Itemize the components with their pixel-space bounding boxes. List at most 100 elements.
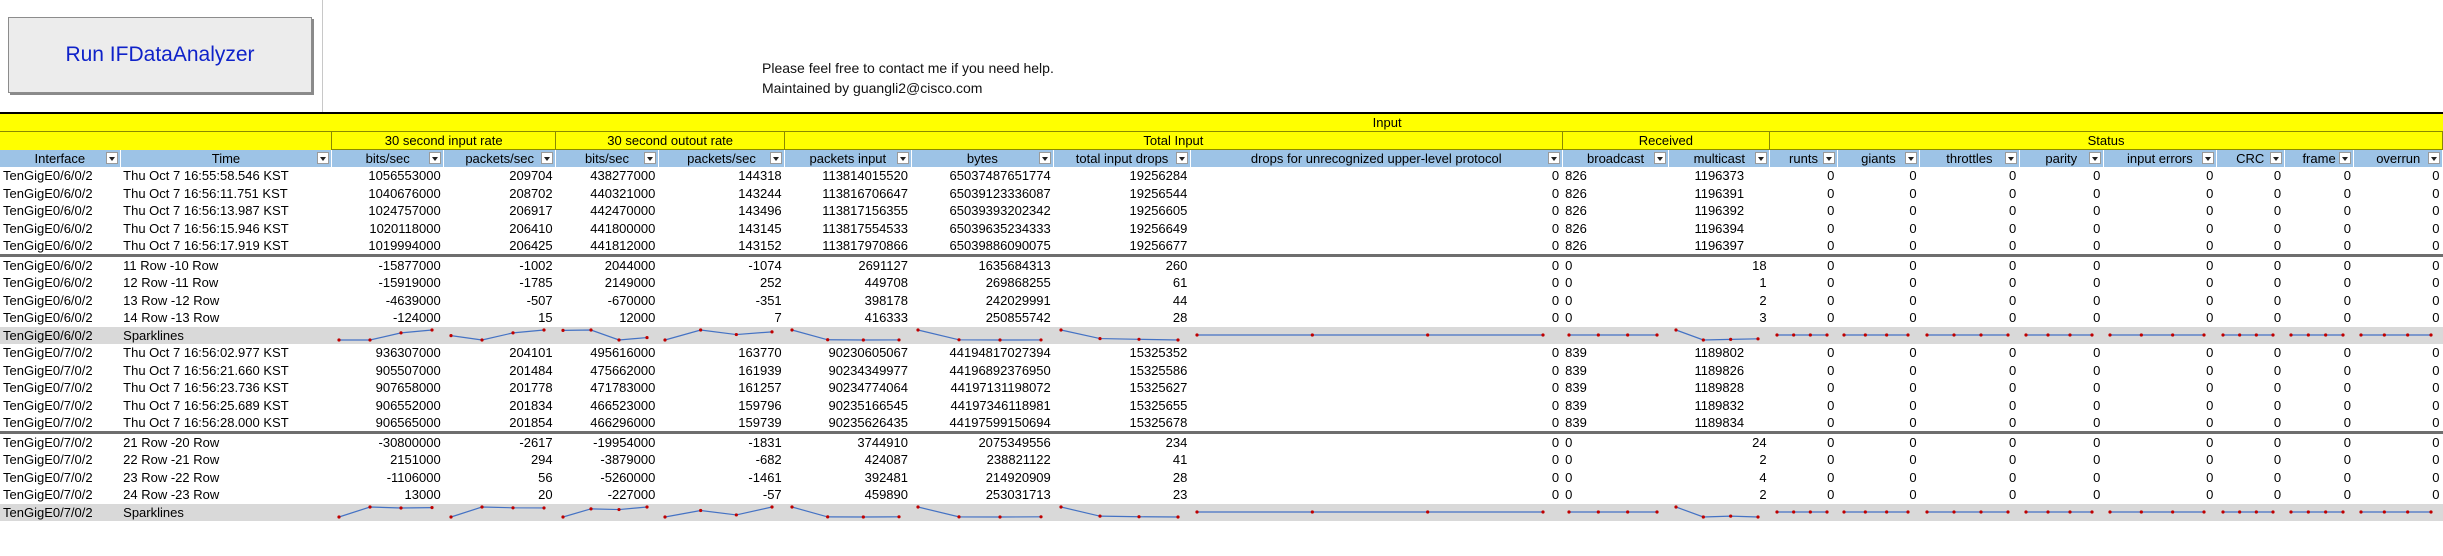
cell-crc-17[interactable]: 0	[2216, 414, 2285, 433]
cell-total-input-drops-8[interactable]: 19256544	[1053, 184, 1191, 202]
cell-giants-13[interactable]: 0	[1837, 361, 1920, 379]
cell-packets-input-6[interactable]: 90235166545	[784, 396, 911, 414]
cell-packets-sec-5[interactable]: 143244	[658, 184, 785, 202]
cell-frame-18[interactable]: 0	[2284, 291, 2354, 309]
cell-packets-sec-3[interactable]: 206410	[443, 219, 556, 237]
cell-packets-sec-3[interactable]: 56	[443, 468, 556, 486]
cell-bits-sec-2[interactable]: 1019994000	[331, 237, 444, 256]
cell-runts-12[interactable]: 0	[1769, 274, 1838, 292]
cell-bits-sec-4[interactable]: 438277000	[555, 167, 659, 185]
filter-dropdown-icon[interactable]	[105, 151, 118, 164]
cell-total-input-drops-8[interactable]: 15325678	[1053, 414, 1191, 433]
cell-bits-sec-4[interactable]: 475662000	[555, 361, 659, 379]
cell-drops-for-unrecognized-upper-level-protocol-9[interactable]: 0	[1190, 202, 1563, 220]
cell-bytes-7[interactable]: 44197131198072	[911, 379, 1054, 397]
cell-broadcast-10[interactable]: 826	[1562, 167, 1669, 185]
cell-bits-sec-2[interactable]: -4639000	[331, 291, 444, 309]
cell-parity-15[interactable]: 0	[2019, 167, 2104, 185]
cell-drops-for-unrecognized-upper-level-protocol-9[interactable]: 0	[1190, 379, 1563, 397]
cell-multicast-11[interactable]: 1196397	[1668, 237, 1770, 256]
cell-frame-18[interactable]: 0	[2284, 486, 2354, 504]
cell-frame-18[interactable]: 0	[2284, 379, 2354, 397]
cell-runts-12[interactable]: 0	[1769, 202, 1838, 220]
cell-throttles-14[interactable]: 0	[1919, 219, 2020, 237]
cell-parity-15[interactable]: 0	[2019, 486, 2104, 504]
filter-dropdown-icon[interactable]	[2269, 152, 2282, 164]
cell-frame-18[interactable]: 0	[2284, 274, 2354, 292]
cell-bits-sec-4[interactable]: 442470000	[555, 202, 659, 220]
cell-packets-sec-5[interactable]: 252	[658, 274, 785, 292]
cell-overrun-19[interactable]: 0	[2353, 237, 2443, 256]
cell-drops-for-unrecognized-upper-level-protocol-9[interactable]: 0	[1190, 451, 1563, 469]
cell-time-1[interactable]: 21 Row -20 Row	[120, 431, 332, 451]
cell-interface-0[interactable]: TenGigE0/7/0/2	[0, 486, 121, 504]
cell-giants-13[interactable]: 0	[1837, 202, 1920, 220]
cell-throttles-14[interactable]: 0	[1919, 202, 2020, 220]
cell-packets-sec-3[interactable]: 201854	[443, 414, 556, 433]
cell-throttles-14[interactable]: 0	[1919, 379, 2020, 397]
cell-interface-0[interactable]: TenGigE0/7/0/2	[0, 414, 121, 433]
cell-overrun-19[interactable]: 0	[2353, 379, 2443, 397]
cell-bits-sec-4[interactable]: 466523000	[555, 396, 659, 414]
cell-time-1[interactable]: Thu Oct 7 16:56:28.000 KST	[120, 414, 332, 433]
filter-dropdown-icon[interactable]	[541, 152, 554, 164]
cell-crc-17[interactable]: 0	[2216, 202, 2285, 220]
cell-runts-12[interactable]: 0	[1769, 486, 1838, 504]
cell-drops-for-unrecognized-upper-level-protocol-9[interactable]: 0	[1190, 468, 1563, 486]
cell-bits-sec-4[interactable]: 2149000	[555, 274, 659, 292]
cell-throttles-14[interactable]: 0	[1919, 254, 2020, 274]
cell-drops-for-unrecognized-upper-level-protocol-9[interactable]: 0	[1190, 184, 1563, 202]
cell-frame-18[interactable]: 0	[2284, 184, 2354, 202]
cell-throttles-14[interactable]: 0	[1919, 274, 2020, 292]
cell-throttles-14[interactable]: 0	[1919, 361, 2020, 379]
cell-crc-17[interactable]: 0	[2216, 486, 2285, 504]
cell-giants-13[interactable]: 0	[1837, 184, 1920, 202]
cell-multicast-11[interactable]: 18	[1668, 254, 1770, 274]
sparkline-interface[interactable]: TenGigE0/7/0/2	[0, 503, 121, 521]
cell-overrun-19[interactable]: 0	[2353, 396, 2443, 414]
cell-multicast-11[interactable]: 1189826	[1668, 361, 1770, 379]
filter-dropdown-icon[interactable]	[2428, 152, 2440, 164]
filter-dropdown-icon[interactable]	[317, 151, 330, 164]
cell-bits-sec-2[interactable]: 906552000	[331, 396, 444, 414]
cell-total-input-drops-8[interactable]: 61	[1053, 274, 1191, 292]
cell-input-errors-16[interactable]: 0	[2103, 344, 2217, 362]
cell-input-errors-16[interactable]: 0	[2103, 167, 2217, 185]
cell-bits-sec-2[interactable]: 906565000	[331, 414, 444, 433]
cell-throttles-14[interactable]: 0	[1919, 414, 2020, 433]
cell-drops-for-unrecognized-upper-level-protocol-9[interactable]: 0	[1190, 414, 1563, 433]
cell-interface-0[interactable]: TenGigE0/7/0/2	[0, 431, 121, 451]
cell-input-errors-16[interactable]: 0	[2103, 309, 2217, 327]
cell-packets-sec-5[interactable]: 159796	[658, 396, 785, 414]
cell-bits-sec-4[interactable]: -227000	[555, 486, 659, 504]
cell-interface-0[interactable]: TenGigE0/6/0/2	[0, 167, 121, 185]
cell-frame-18[interactable]: 0	[2284, 344, 2354, 362]
cell-time-1[interactable]: Thu Oct 7 16:55:58.546 KST	[120, 167, 332, 185]
cell-input-errors-16[interactable]: 0	[2103, 468, 2217, 486]
cell-giants-13[interactable]: 0	[1837, 486, 1920, 504]
cell-broadcast-10[interactable]: 826	[1562, 202, 1669, 220]
cell-crc-17[interactable]: 0	[2216, 219, 2285, 237]
cell-bits-sec-2[interactable]: -30800000	[331, 431, 444, 451]
cell-drops-for-unrecognized-upper-level-protocol-9[interactable]: 0	[1190, 344, 1563, 362]
cell-bytes-7[interactable]: 2075349556	[911, 431, 1054, 451]
cell-runts-12[interactable]: 0	[1769, 468, 1838, 486]
cell-throttles-14[interactable]: 0	[1919, 309, 2020, 327]
cell-packets-input-6[interactable]: 113817554533	[784, 219, 911, 237]
cell-crc-17[interactable]: 0	[2216, 254, 2285, 274]
cell-overrun-19[interactable]: 0	[2353, 451, 2443, 469]
cell-multicast-11[interactable]: 1196394	[1668, 219, 1770, 237]
cell-interface-0[interactable]: TenGigE0/7/0/2	[0, 396, 121, 414]
cell-crc-17[interactable]: 0	[2216, 309, 2285, 327]
cell-throttles-14[interactable]: 0	[1919, 468, 2020, 486]
cell-giants-13[interactable]: 0	[1837, 451, 1920, 469]
cell-bits-sec-4[interactable]: 441812000	[555, 237, 659, 256]
cell-crc-17[interactable]: 0	[2216, 184, 2285, 202]
cell-total-input-drops-8[interactable]: 41	[1053, 451, 1191, 469]
cell-drops-for-unrecognized-upper-level-protocol-9[interactable]: 0	[1190, 237, 1563, 256]
cell-broadcast-10[interactable]: 0	[1562, 468, 1669, 486]
cell-runts-12[interactable]: 0	[1769, 184, 1838, 202]
cell-total-input-drops-8[interactable]: 15325627	[1053, 379, 1191, 397]
cell-time-1[interactable]: 22 Row -21 Row	[120, 451, 332, 469]
cell-total-input-drops-8[interactable]: 234	[1053, 431, 1191, 451]
